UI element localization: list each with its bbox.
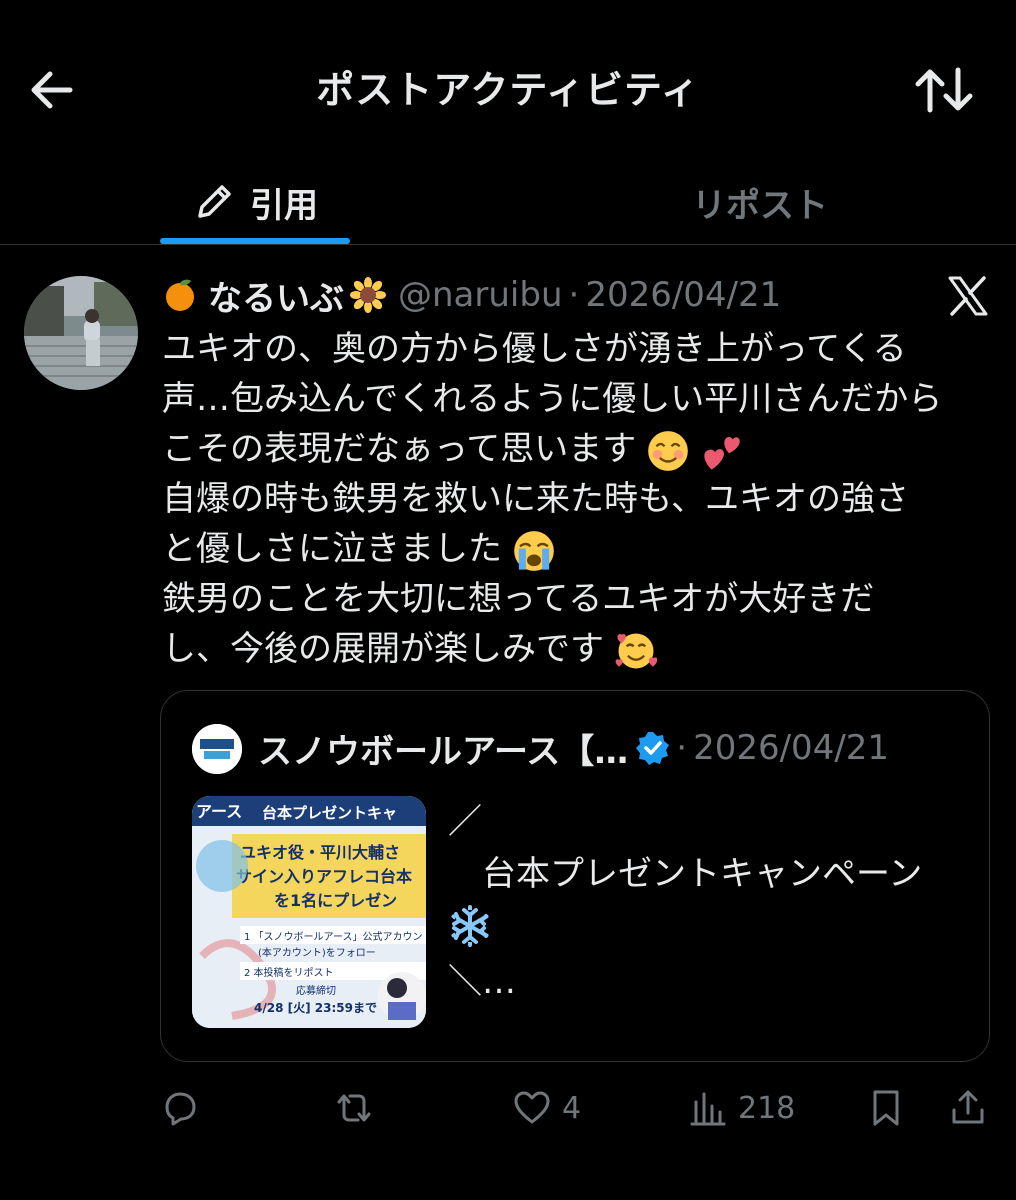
reply-button[interactable]	[160, 1086, 200, 1130]
quoted-text: ／ 台本プレゼントキャンペーン ＼…	[448, 796, 968, 1008]
tab-divider	[0, 244, 1016, 245]
verified-badge-icon	[636, 732, 670, 765]
avatar-photo	[24, 276, 138, 390]
quoted-line: ／	[448, 802, 482, 842]
post-date[interactable]: 2026/04/21	[585, 275, 781, 315]
like-button[interactable]: 4	[512, 1086, 581, 1130]
image-header: 台本プレゼントキャ	[262, 804, 397, 822]
post-line-with-emoji: と優しさに泣きました	[162, 524, 992, 574]
reply-icon	[165, 1092, 196, 1126]
page-title: ポストアクティビティ	[316, 68, 700, 112]
share-button[interactable]	[948, 1086, 988, 1130]
post-line-with-emoji: こその表現だなぁって思います	[162, 424, 992, 474]
views-chart-icon	[690, 1092, 726, 1126]
post-line: ユキオの、奥の方から優しさが湧き上がってくる	[162, 329, 907, 369]
post-line: 鉄男のことを大切に想ってるユキオが大好きだ	[162, 579, 875, 619]
meta-separator: ·	[568, 275, 580, 315]
x-logo-icon	[946, 274, 990, 318]
post-meta: なるいぶ @naruibu · 2026/04/21	[162, 271, 781, 320]
quoted-date: 2026/04/21	[693, 728, 890, 768]
smiling-face-emoji	[648, 430, 688, 471]
quoted-line-emoji	[448, 904, 968, 956]
image-logo: アース	[196, 802, 242, 821]
tangerine-emoji	[166, 279, 194, 311]
image-step-1a: 1 「スノウボールアース」公式アカウン	[244, 930, 422, 943]
post-line-with-emoji: し、今後の展開が楽しみです	[162, 624, 992, 674]
tab-quotes[interactable]: 引用	[160, 160, 350, 244]
post-line: 声…包み込んでくれるように優しい平川さんだから	[162, 379, 943, 419]
tab-reposts-label: リポスト	[692, 185, 828, 226]
bookmark-button[interactable]	[866, 1086, 906, 1130]
quoted-line: 台本プレゼントキャンペーン	[448, 854, 923, 894]
quoted-image[interactable]: アース 台本プレゼントキャ ユキオ役・平川大輔さ サイン入りアフレコ台本 を1名…	[192, 796, 426, 1028]
repost-icon	[337, 1094, 371, 1122]
smiling-face-with-hearts-emoji	[615, 633, 657, 668]
repost-button[interactable]	[334, 1086, 374, 1130]
image-headline-2: サイン入りアフレコ台本	[236, 867, 412, 886]
heart-icon	[514, 1091, 550, 1124]
image-headline-3: を1名にプレゼン	[274, 891, 397, 910]
image-headline-1: ユキオ役・平川大輔さ	[240, 843, 400, 862]
image-step-2: 2 本投稿をリポスト	[244, 966, 334, 979]
tab-reposts[interactable]: リポスト	[590, 160, 930, 244]
quoted-separator: ·	[676, 728, 688, 768]
avatar[interactable]	[24, 276, 138, 390]
image-deadline-label: 応募締切	[296, 984, 336, 997]
bookmark-icon	[873, 1090, 899, 1126]
author-name[interactable]: なるいぶ	[208, 271, 344, 320]
crying-face-emoji	[513, 530, 554, 571]
views-count: 218	[738, 1090, 796, 1126]
sort-button[interactable]	[912, 60, 976, 120]
quoted-avatar	[192, 724, 242, 774]
quoted-meta: スノウボールアース【… · 2026/04/21	[258, 722, 889, 774]
snowflake-emoji	[451, 905, 489, 947]
author-handle[interactable]: @naruibu	[398, 275, 563, 315]
pencil-icon	[198, 185, 231, 218]
post-line: 自爆の時も鉄男を救いに来た時も、ユキオの強さ	[162, 479, 909, 519]
image-deadline: 4/28 [火] 23:59まで	[254, 1001, 377, 1015]
sort-arrows-icon	[915, 67, 973, 113]
post-line: こその表現だなぁって思います	[162, 429, 637, 469]
quoted-author-name: スノウボールアース【…	[258, 731, 629, 772]
like-count: 4	[562, 1090, 582, 1126]
share-icon	[952, 1090, 984, 1124]
post-line: と優しさに泣きました	[162, 529, 502, 569]
quoted-line: ＼…	[448, 962, 516, 1002]
sunflower-emoji	[350, 277, 386, 313]
tab-quotes-label: 引用	[250, 185, 318, 226]
two-hearts-emoji	[704, 436, 740, 470]
post-line: し、今後の展開が楽しみです	[162, 629, 604, 669]
image-step-1b: (本アカウント)をフォロー	[258, 946, 376, 959]
post-text: ユキオの、奥の方から優しさが湧き上がってくる 声…包み込んでくれるように優しい平…	[162, 324, 992, 674]
views-button[interactable]: 218	[688, 1086, 795, 1130]
